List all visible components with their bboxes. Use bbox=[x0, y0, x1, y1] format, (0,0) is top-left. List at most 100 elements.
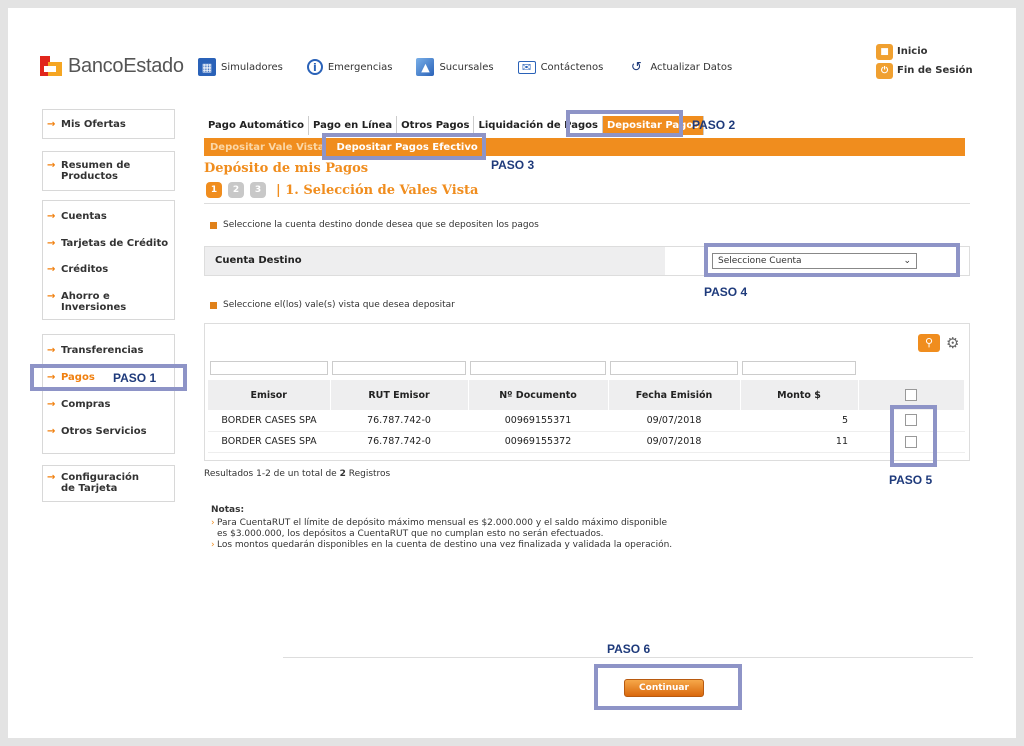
inicio-link[interactable]: ■ Inicio bbox=[876, 42, 973, 61]
filter-input-monto[interactable] bbox=[742, 361, 856, 375]
divider bbox=[283, 657, 973, 658]
highlight-paso-6 bbox=[594, 664, 742, 710]
step-2-icon: 2 bbox=[228, 182, 244, 198]
bullet-icon bbox=[210, 301, 217, 309]
info-icon: i bbox=[306, 59, 323, 75]
sidebar-box-config: Configuración de Tarjeta bbox=[42, 465, 175, 502]
step-1-icon: 1 bbox=[206, 182, 222, 198]
map-icon: ▲ bbox=[416, 58, 435, 76]
calculator-icon: ▦ bbox=[198, 58, 216, 76]
divider bbox=[204, 203, 970, 204]
cell-documento: 00969155372 bbox=[468, 431, 608, 453]
filter-input-rut[interactable] bbox=[332, 361, 466, 375]
notes-section: Notas: Para CuentaRUT el límite de depós… bbox=[211, 505, 771, 551]
sidebar-box-operaciones: Transferencias Pagos Compras Otros Servi… bbox=[42, 334, 175, 454]
vales-table: Emisor RUT Emisor Nº Documento Fecha Emi… bbox=[208, 380, 965, 453]
cell-emisor: BORDER CASES SPA bbox=[208, 410, 330, 432]
cell-rut: 76.787.742-0 bbox=[330, 431, 468, 453]
nav-label: Simuladores bbox=[221, 61, 283, 73]
col-emisor[interactable]: Emisor bbox=[208, 380, 331, 410]
lock-icon: ■ bbox=[876, 43, 893, 60]
nav-label: Contáctenos bbox=[540, 61, 604, 73]
note-line: Para CuentaRUT el límite de depósito máx… bbox=[211, 518, 771, 529]
instruction-cuenta: Seleccione la cuenta destino donde desea… bbox=[210, 220, 539, 230]
nav-contactenos[interactable]: ✉ Contáctenos bbox=[517, 60, 604, 74]
sidebar-item-mis-ofertas[interactable]: Mis Ofertas bbox=[43, 119, 174, 130]
sidebar-item-configuracion-tarjeta[interactable]: Configuración de Tarjeta bbox=[43, 472, 148, 494]
sidebar-item-resumen-productos[interactable]: Resumen de Productos bbox=[43, 160, 153, 182]
bullet-icon bbox=[210, 221, 217, 229]
results-prefix: Resultados 1-2 de un total de bbox=[204, 469, 340, 479]
paso-4-label: PASO 4 bbox=[704, 285, 748, 299]
step-indicator: 1 2 3 | 1. Selección de Vales Vista bbox=[206, 182, 478, 198]
nav-emergencias[interactable]: i Emergencias bbox=[306, 59, 393, 75]
cell-monto: 5 bbox=[740, 410, 858, 432]
fin-sesion-link[interactable]: ⏻ Fin de Sesión bbox=[876, 61, 973, 80]
highlight-paso-5 bbox=[890, 405, 937, 467]
paso-1-label: PASO 1 bbox=[113, 371, 157, 385]
sidebar-item-creditos[interactable]: Créditos bbox=[43, 264, 174, 275]
notes-title: Notas: bbox=[211, 505, 245, 515]
select-all-checkbox[interactable] bbox=[905, 389, 918, 401]
cell-rut: 76.787.742-0 bbox=[330, 410, 468, 432]
col-numero-documento[interactable]: Nº Documento bbox=[468, 380, 609, 410]
highlight-paso-1 bbox=[30, 364, 187, 391]
gear-icon[interactable]: ⚙ bbox=[946, 334, 959, 352]
instruction-vales-text: Seleccione el(los) vale(s) vista que des… bbox=[223, 300, 455, 310]
col-fecha-emision[interactable]: Fecha Emisión bbox=[608, 380, 741, 410]
top-navigation: ▦ Simuladores i Emergencias ▲ Sucursales… bbox=[198, 58, 756, 76]
envelope-icon: ✉ bbox=[517, 60, 536, 74]
col-rut-emisor[interactable]: RUT Emisor bbox=[330, 380, 469, 410]
table-header-row: Emisor RUT Emisor Nº Documento Fecha Emi… bbox=[208, 380, 965, 410]
sidebar-item-otros-servicios[interactable]: Otros Servicios bbox=[43, 426, 174, 437]
search-icon[interactable]: ⚲ bbox=[918, 334, 940, 352]
sidebar-box-productos: Cuentas Tarjetas de Crédito Créditos Aho… bbox=[42, 200, 175, 320]
subtab-depositar-vale-vista[interactable]: Depositar Vale Vista bbox=[204, 142, 331, 153]
cell-documento: 00969155371 bbox=[468, 410, 608, 432]
brand-name: BancoEstado bbox=[68, 54, 184, 77]
paso-6-label: PASO 6 bbox=[607, 642, 651, 656]
paso-5-label: PASO 5 bbox=[889, 473, 933, 487]
sidebar-item-ahorro-inversiones[interactable]: Ahorro e Inversiones bbox=[43, 291, 174, 313]
sidebar-box-ofertas: Mis Ofertas bbox=[42, 109, 175, 139]
cuenta-destino-label: Cuenta Destino bbox=[205, 247, 665, 275]
highlight-paso-3 bbox=[322, 133, 486, 160]
bancoestado-logo[interactable]: BancoEstado bbox=[40, 52, 184, 80]
highlight-paso-4 bbox=[704, 243, 960, 277]
nav-simuladores[interactable]: ▦ Simuladores bbox=[198, 58, 283, 76]
sidebar-item-tarjetas-credito[interactable]: Tarjetas de Crédito bbox=[43, 238, 174, 249]
results-count: Resultados 1-2 de un total de 2 Registro… bbox=[204, 469, 390, 479]
instruction-cuenta-text: Seleccione la cuenta destino donde desea… bbox=[223, 220, 539, 230]
note-line-cont: es $3.000.000, los depósitos a CuentaRUT… bbox=[217, 529, 604, 539]
table-tools: ⚲ ⚙ bbox=[918, 334, 959, 352]
sidebar-item-transferencias[interactable]: Transferencias bbox=[43, 345, 174, 356]
col-monto[interactable]: Monto $ bbox=[740, 380, 859, 410]
nav-label: Emergencias bbox=[327, 61, 393, 73]
cell-emisor: BORDER CASES SPA bbox=[208, 431, 330, 453]
table-row: BORDER CASES SPA 76.787.742-0 0096915537… bbox=[208, 410, 965, 432]
refresh-icon: ↺ bbox=[630, 59, 642, 75]
filter-input-fecha[interactable] bbox=[610, 361, 738, 375]
session-links: ■ Inicio ⏻ Fin de Sesión bbox=[876, 42, 973, 80]
fin-sesion-label: Fin de Sesión bbox=[897, 65, 973, 76]
table-row: BORDER CASES SPA 76.787.742-0 0096915537… bbox=[208, 431, 965, 453]
highlight-paso-2 bbox=[566, 110, 683, 137]
sidebar-item-cuentas[interactable]: Cuentas bbox=[43, 211, 174, 222]
sidebar-box-resumen: Resumen de Productos bbox=[42, 151, 175, 191]
nav-sucursales[interactable]: ▲ Sucursales bbox=[416, 58, 494, 76]
results-suffix: Registros bbox=[345, 469, 391, 479]
tab-pago-automatico[interactable]: Pago Automático bbox=[204, 116, 310, 135]
cell-fecha: 09/07/2018 bbox=[608, 431, 740, 453]
paso-2-label: PASO 2 bbox=[692, 118, 736, 132]
inicio-label: Inicio bbox=[897, 46, 928, 57]
page-title: Depósito de mis Pagos bbox=[204, 161, 369, 176]
nav-label: Actualizar Datos bbox=[650, 61, 733, 73]
step-title: | 1. Selección de Vales Vista bbox=[276, 182, 479, 198]
filter-input-emisor[interactable] bbox=[210, 361, 328, 375]
filter-input-documento[interactable] bbox=[470, 361, 606, 375]
sidebar-item-compras[interactable]: Compras bbox=[43, 399, 174, 410]
nav-actualizar-datos[interactable]: ↺ Actualizar Datos bbox=[627, 58, 732, 76]
paso-3-label: PASO 3 bbox=[491, 158, 535, 172]
subtab-bar: Depositar Vale Vista Depositar Pagos Efe… bbox=[204, 138, 965, 156]
nav-label: Sucursales bbox=[439, 61, 494, 73]
